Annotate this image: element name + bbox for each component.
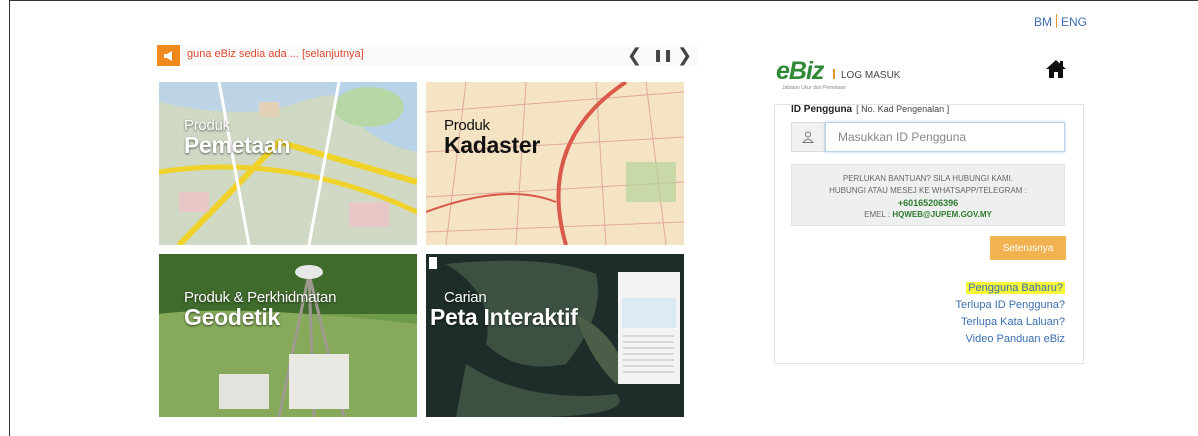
ebiz-logo: eBiz Jabatan Ukur dan Pemetaan: [776, 57, 846, 91]
forgot-password-link[interactable]: Terlupa Kata Laluan?: [956, 314, 1065, 331]
tile-big-title: Kadaster: [444, 132, 541, 158]
id-label: ID Pengguna[ No. Kad Pengenalan ]: [791, 104, 949, 115]
ticker-next-button[interactable]: ❯: [677, 44, 692, 66]
help-box: PERLUKAN BANTUAN? SILA HUBUNGI KAMI. HUB…: [791, 164, 1065, 226]
user-icon: [791, 122, 825, 152]
help-line-1: PERLUKAN BANTUAN? SILA HUBUNGI KAMI.: [842, 174, 1014, 183]
new-user-link[interactable]: Pengguna Baharu?: [966, 282, 1065, 294]
help-phone: +60165206396: [897, 198, 959, 208]
help-email-label: EMEL :: [864, 210, 891, 219]
logo-text: eBiz: [776, 57, 824, 85]
user-id-input[interactable]: [825, 122, 1065, 152]
forgot-id-link[interactable]: Terlupa ID Pengguna?: [956, 297, 1065, 314]
lang-bm-link[interactable]: BM: [1034, 15, 1052, 29]
news-ticker: guna eBiz sedia ada ... [selanjutnya] ❮ …: [157, 45, 697, 66]
geodetic-survey-image: [159, 254, 417, 417]
login-links: Pengguna Baharu? Terlupa ID Pengguna? Te…: [956, 280, 1065, 348]
language-switch: BM ENG: [1034, 14, 1087, 29]
ticker-message[interactable]: guna eBiz sedia ada ... [selanjutnya]: [187, 48, 364, 60]
ticker-pause-button[interactable]: ❚❚: [653, 44, 673, 66]
id-label-hint: [ No. Kad Pengenalan ]: [856, 104, 950, 114]
title-divider: [833, 69, 835, 79]
cadastral-map-image: [426, 82, 684, 245]
help-line-2: HUBUNGI ATAU MESEJ KE WHATSAPP/TELEGRAM …: [829, 186, 1027, 195]
tile-big-title: Geodetik: [184, 304, 281, 330]
home-icon[interactable]: [1045, 59, 1067, 84]
street-map-image: [159, 82, 417, 245]
help-email-line: EMEL : HQWEB@JUPEM.GOV.MY: [792, 209, 1064, 221]
tile-produk-kadaster[interactable]: Produk Kadaster: [426, 82, 684, 245]
lang-separator: [1056, 14, 1057, 28]
login-title: LOG MASUK: [833, 69, 900, 81]
login-title-text: LOG MASUK: [841, 70, 901, 81]
submit-button[interactable]: Seterusnya: [990, 236, 1066, 260]
ticker-prev-button[interactable]: ❮: [627, 44, 642, 66]
lang-eng-link[interactable]: ENG: [1061, 15, 1087, 29]
tile-big-title: Peta Interaktif: [430, 304, 578, 330]
tile-produk-pemetaan[interactable]: Produk Pemetaan: [159, 82, 417, 245]
tile-produk-geodetik[interactable]: Produk & Perkhidmatan Geodetik: [159, 254, 417, 417]
tile-carian-peta-interaktif[interactable]: Carian Peta Interaktif: [426, 254, 684, 417]
video-guide-link[interactable]: Video Panduan eBiz: [956, 331, 1066, 348]
logo-subtitle: Jabatan Ukur dan Pemetaan: [782, 85, 846, 91]
megaphone-icon: [157, 45, 180, 66]
tile-big-title: Pemetaan: [184, 132, 291, 158]
id-label-text: ID Pengguna: [791, 104, 853, 115]
interactive-map-image: [426, 254, 684, 417]
help-email: HQWEB@JUPEM.GOV.MY: [892, 210, 992, 219]
